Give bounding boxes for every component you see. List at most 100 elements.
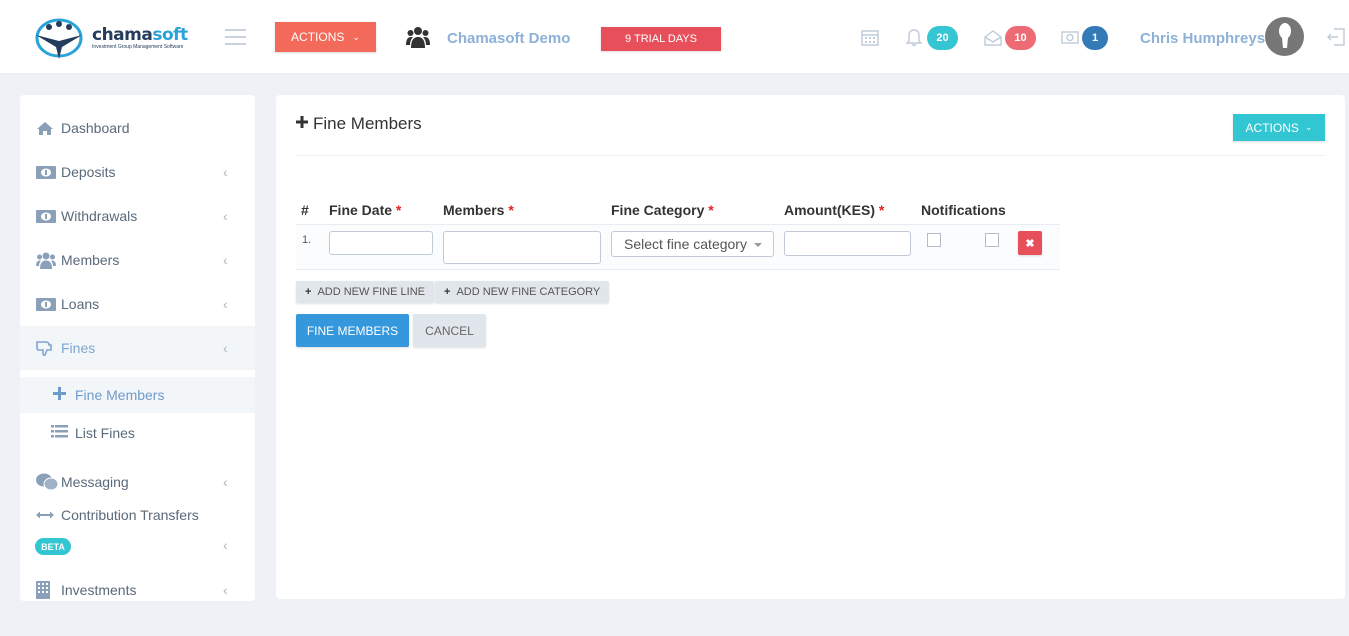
chevron-left-icon: ‹ — [223, 208, 228, 224]
group-icon — [406, 27, 430, 48]
sidebar-item-label: Contribution Transfers — [61, 507, 199, 523]
money-icon[interactable] — [1061, 31, 1079, 44]
main-panel: Fine Members ACTIONS ⌄ # Fine Date * Mem… — [276, 95, 1345, 599]
money-icon — [36, 165, 58, 179]
page-title-text: Fine Members — [313, 114, 422, 133]
sidebar-item-deposits[interactable]: Deposits ‹ — [20, 150, 255, 194]
fine-category-placeholder: Select fine category — [624, 236, 747, 252]
payments-count-badge[interactable]: 1 — [1082, 26, 1108, 50]
sidebar-item-label: Messaging — [61, 474, 129, 490]
email-notification-checkbox[interactable] — [985, 233, 999, 247]
user-avatar[interactable] — [1265, 17, 1304, 56]
logo-name-main: chama — [92, 24, 153, 45]
menu-toggle-icon[interactable] — [225, 29, 246, 45]
sidebar-item-dashboard[interactable]: Dashboard — [20, 106, 255, 150]
top-navbar: chamasoft Investment Group Management So… — [0, 0, 1349, 74]
sidebar-item-contribution-transfers[interactable]: Contribution Transfers — [20, 504, 255, 526]
caret-down-icon — [754, 243, 762, 247]
add-fine-line-label: ADD NEW FINE LINE — [317, 286, 426, 298]
beta-badge: BETA — [35, 538, 71, 555]
add-fine-line-button[interactable]: + ADD NEW FINE LINE — [296, 281, 435, 303]
logo-name-accent: soft — [152, 24, 188, 45]
row-number: 1. — [302, 234, 312, 246]
group-name-link[interactable]: Chamasoft Demo — [447, 30, 570, 47]
home-icon — [36, 121, 58, 136]
sidebar-item-label: Deposits — [61, 164, 116, 180]
header-actions-button[interactable]: ACTIONS ⌄ — [275, 22, 376, 52]
sidebar-item-label: Members — [61, 252, 120, 268]
plus-icon — [296, 115, 308, 133]
amount-input[interactable] — [784, 231, 911, 256]
chevron-down-icon: ⌄ — [352, 31, 360, 42]
sidebar-item-fines[interactable]: Fines ‹ — [20, 326, 255, 370]
header-actions-label: ACTIONS — [291, 30, 345, 44]
bell-icon[interactable] — [906, 29, 922, 47]
building-icon — [36, 581, 58, 599]
sidebar-subitem-label: List Fines — [75, 425, 135, 441]
user-name-link[interactable]: Chris Humphreys — [1140, 30, 1265, 47]
page-actions-button[interactable]: ACTIONS ⌄ — [1233, 114, 1325, 141]
column-header-fine-category: Fine Category * — [611, 202, 714, 218]
add-fine-category-label: ADD NEW FINE CATEGORY — [456, 286, 601, 298]
chamasoft-logo[interactable]: chamasoft Investment Group Management So… — [32, 17, 188, 59]
page-title: Fine Members — [296, 114, 422, 134]
sidebar-subitem-fine-members[interactable]: Fine Members — [20, 377, 255, 413]
sidebar-subitem-label: Fine Members — [75, 387, 165, 403]
sidebar-item-label: Investments — [61, 582, 137, 598]
column-header-notifications: Notifications — [921, 202, 1006, 218]
sidebar-item-withdrawals[interactable]: Withdrawals ‹ — [20, 194, 255, 238]
calendar-icon[interactable] — [861, 29, 879, 46]
column-header-amount: Amount(KES) * — [784, 202, 885, 218]
list-icon — [51, 425, 68, 441]
plus-icon: + — [444, 286, 451, 298]
notifications-count-badge[interactable]: 20 — [927, 26, 958, 50]
chevron-left-icon: ‹ — [223, 340, 228, 356]
column-header-members: Members * — [443, 202, 514, 218]
sidebar-item-messaging[interactable]: Messaging ‹ — [20, 460, 255, 504]
sidebar-item-label: Loans — [61, 296, 100, 312]
chevron-left-icon[interactable]: ‹ — [223, 537, 228, 553]
cancel-button[interactable]: CANCEL — [413, 314, 486, 347]
remove-row-button[interactable]: ✖ — [1018, 231, 1042, 255]
fine-members-submit-button[interactable]: FINE MEMBERS — [296, 314, 409, 347]
sidebar-item-members[interactable]: Members ‹ — [20, 238, 255, 282]
sidebar-subitem-list-fines[interactable]: List Fines — [20, 415, 255, 451]
logout-icon[interactable] — [1327, 28, 1345, 46]
avatar-silhouette-icon — [1278, 22, 1291, 48]
money-icon — [36, 297, 58, 311]
title-divider — [296, 155, 1325, 156]
sidebar-item-label: Fines — [61, 340, 96, 356]
members-input[interactable] — [443, 231, 601, 264]
add-fine-category-button[interactable]: + ADD NEW FINE CATEGORY — [435, 281, 610, 303]
sms-notification-checkbox[interactable] — [927, 233, 941, 247]
chevron-left-icon: ‹ — [223, 582, 228, 598]
column-header-fine-date: Fine Date * — [329, 202, 402, 218]
chevron-left-icon: ‹ — [223, 296, 228, 312]
trial-days-badge[interactable]: 9 TRIAL DAYS — [601, 27, 721, 51]
thumbs-down-icon — [36, 340, 58, 357]
logo-tagline: Investment Group Management Software — [92, 43, 184, 50]
fine-date-input[interactable] — [329, 231, 433, 255]
sidebar-item-investments[interactable]: Investments ‹ — [20, 568, 255, 601]
envelope-open-icon[interactable] — [984, 30, 1002, 46]
fine-category-select[interactable]: Select fine category — [611, 231, 774, 257]
chevron-left-icon: ‹ — [223, 474, 228, 490]
logo-emblem-icon — [35, 18, 83, 59]
money-icon — [36, 209, 58, 223]
plus-icon: + — [305, 286, 312, 298]
close-icon: ✖ — [1025, 237, 1035, 250]
plus-icon — [53, 387, 66, 403]
chevron-left-icon: ‹ — [223, 252, 228, 268]
chat-icon — [36, 473, 58, 491]
messages-count-badge[interactable]: 10 — [1005, 26, 1036, 50]
users-icon — [36, 252, 58, 269]
sidebar-item-loans[interactable]: Loans ‹ — [20, 282, 255, 326]
sidebar-item-label: Withdrawals — [61, 208, 138, 224]
chevron-left-icon: ‹ — [223, 164, 228, 180]
chevron-down-icon: ⌄ — [1304, 122, 1313, 132]
column-header-number: # — [301, 202, 309, 218]
page-actions-label: ACTIONS — [1245, 120, 1299, 135]
sidebar-item-label: Dashboard — [61, 120, 130, 136]
arrows-horizontal-icon — [36, 511, 58, 519]
sidebar: Dashboard Deposits ‹ Withdrawals ‹ Membe… — [20, 95, 255, 601]
